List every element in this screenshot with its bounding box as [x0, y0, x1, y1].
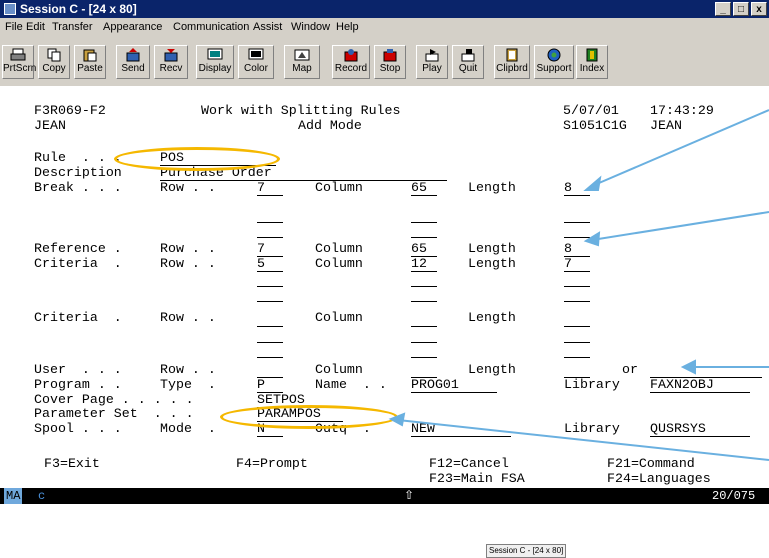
annotation-arrows: [388, 109, 769, 461]
status-indicator: MA: [4, 488, 23, 504]
status-bar: MA c ⇧ 20/075: [0, 488, 769, 504]
taskbar-session-caption[interactable]: Session C - [24 x 80]: [486, 544, 567, 558]
arrow-head: [680, 359, 696, 375]
shift-arrow-icon: ⇧: [404, 489, 415, 503]
arrow-head: [388, 412, 406, 427]
session-letter: c: [38, 489, 46, 503]
cursor-position: 20/075: [712, 489, 756, 503]
arrow-line: [591, 109, 769, 187]
arrow-head: [583, 231, 601, 247]
arrow-line: [591, 211, 769, 241]
arrow-head: [583, 175, 602, 191]
arrow-line: [397, 419, 769, 461]
